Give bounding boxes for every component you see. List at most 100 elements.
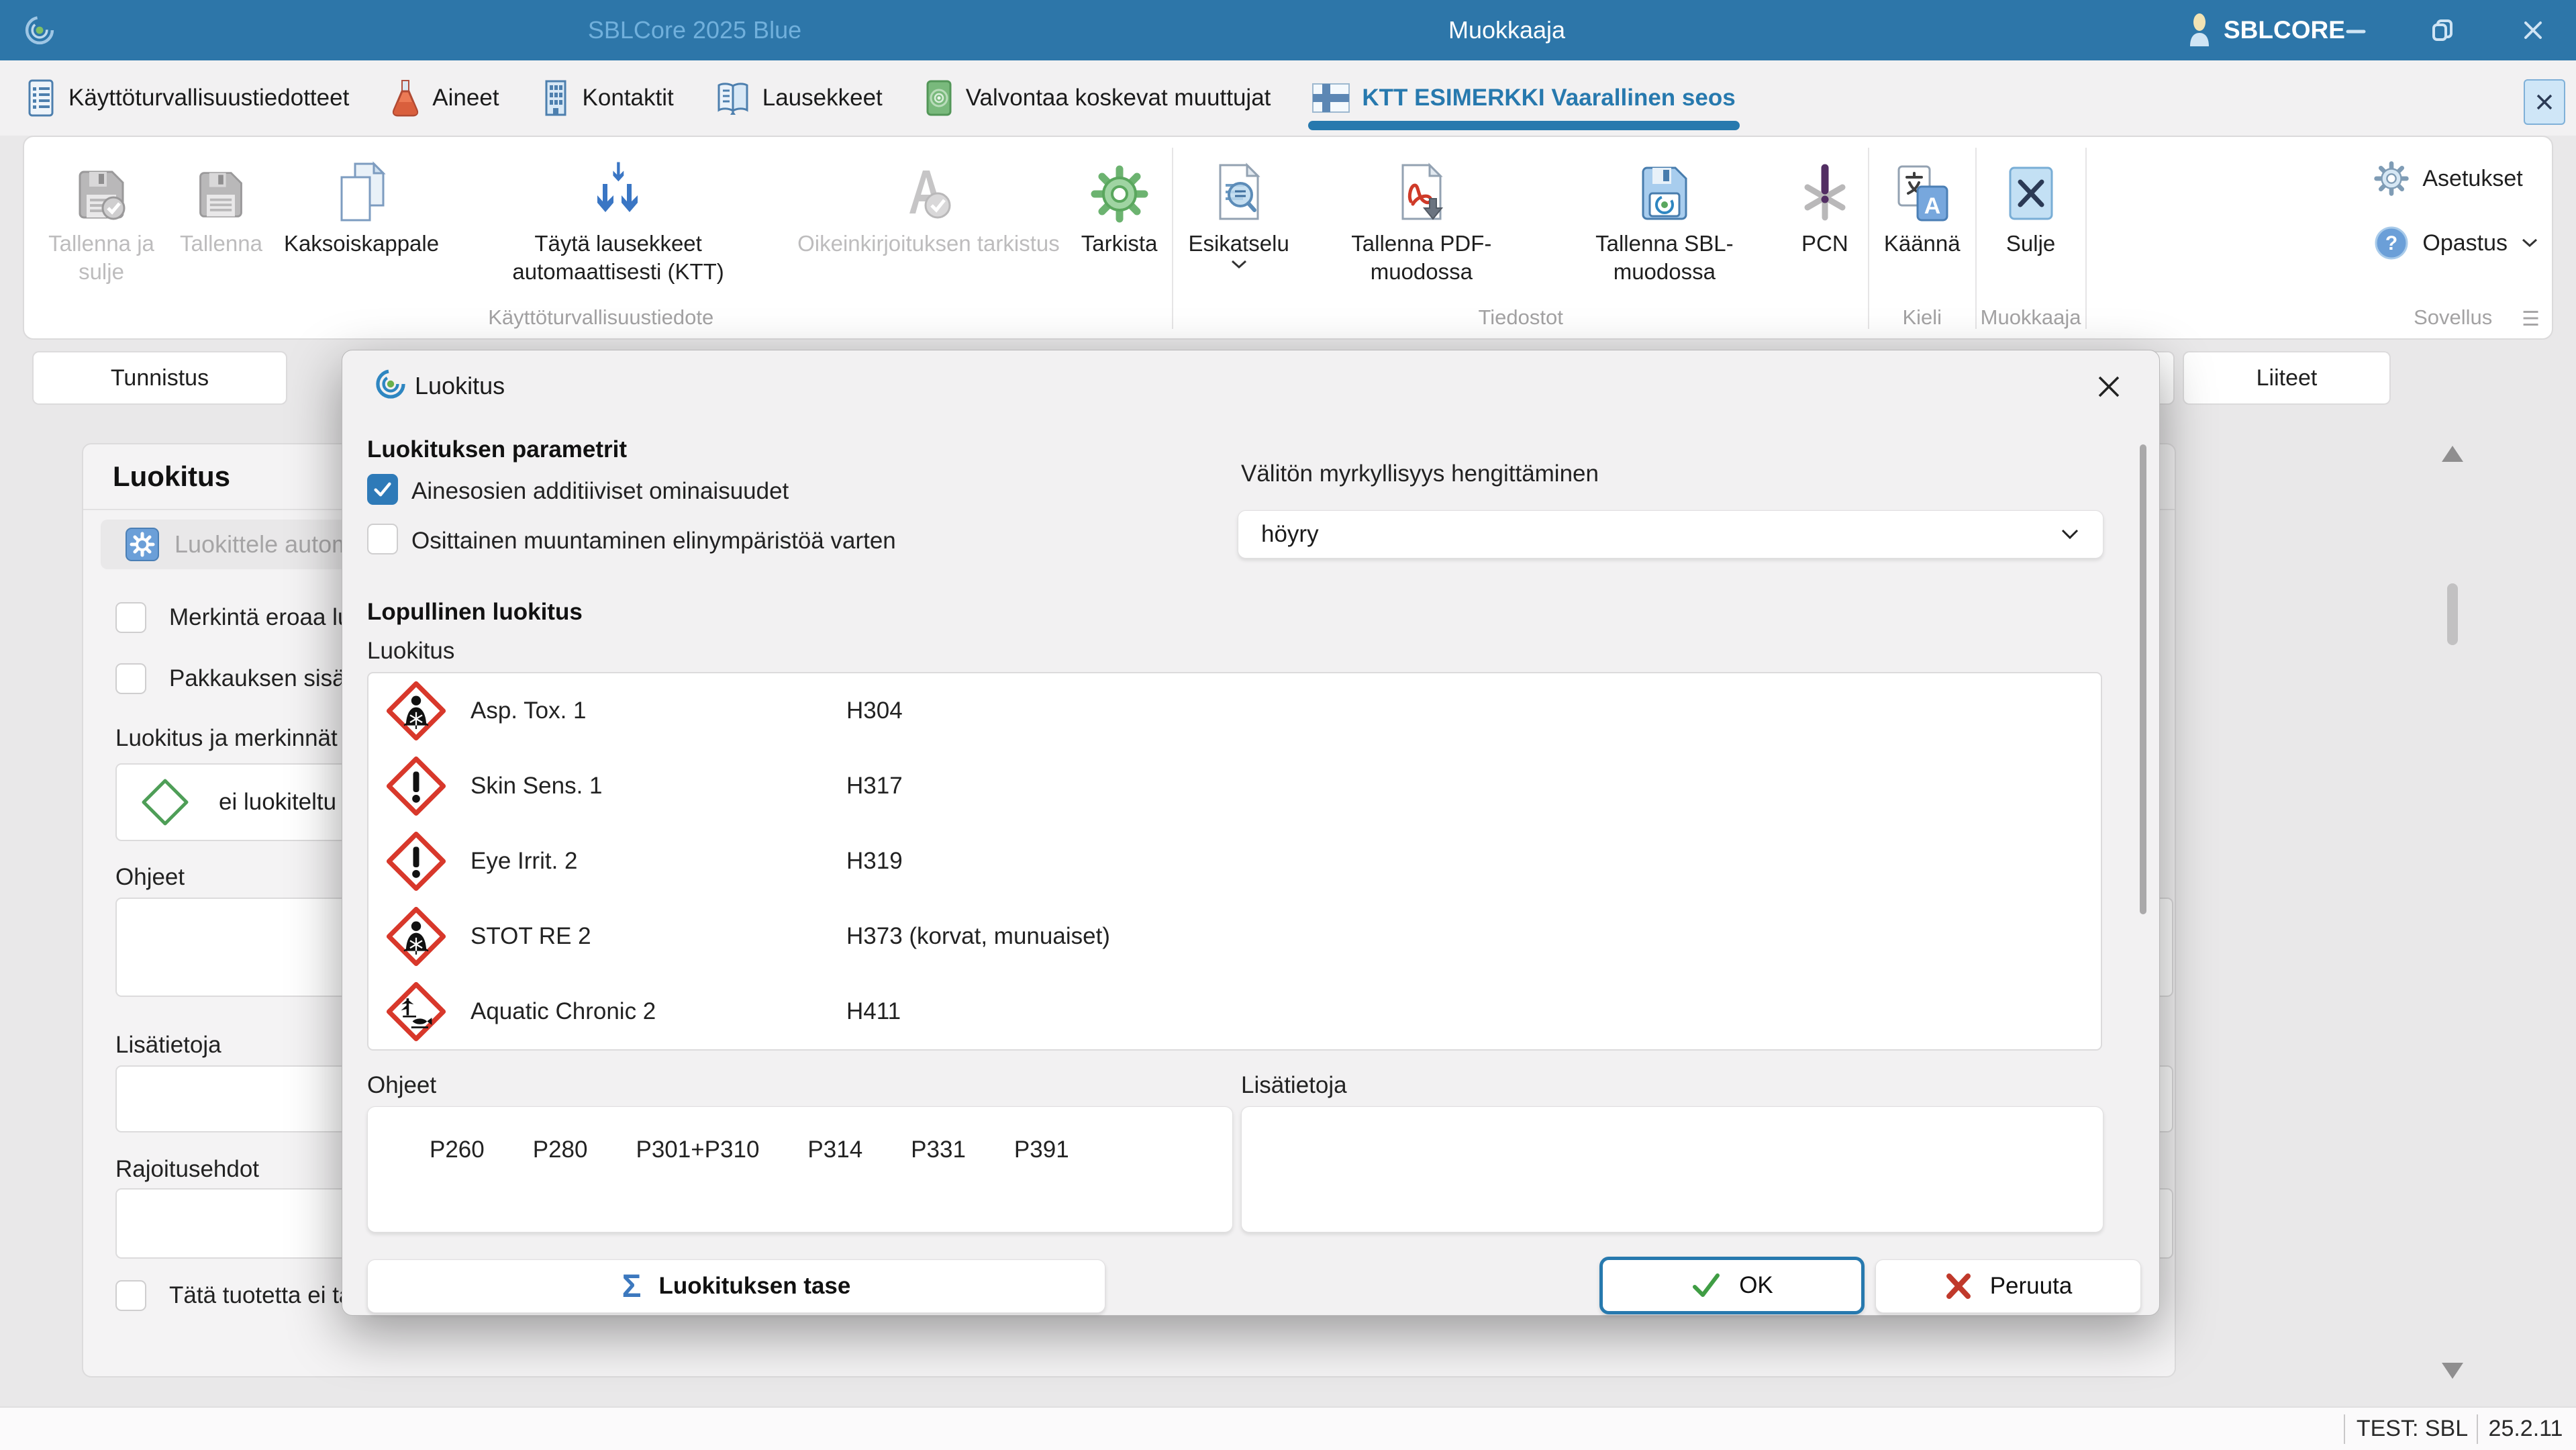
section-tab-tunnistus[interactable]: Tunnistus — [32, 351, 287, 405]
p-phrase[interactable]: P391 — [1014, 1137, 1069, 1163]
p-phrase[interactable]: P301+P310 — [636, 1137, 760, 1163]
partial-transformation-checkbox[interactable] — [367, 524, 398, 554]
tab-kontaktit[interactable]: Kontaktit — [541, 60, 674, 136]
green-check-icon — [1691, 1272, 1722, 1299]
close-icon — [2533, 91, 2556, 113]
classification-balance-button[interactable]: Σ Luokituksen tase — [367, 1259, 1105, 1313]
classification-row[interactable]: STOT RE 2 H373 (korvat, munuaiset) — [368, 899, 2101, 974]
main-scrollbar-thumb[interactable] — [2447, 583, 2458, 645]
tab-label: Käyttöturvallisuustiedotteet — [68, 85, 349, 111]
pcn-button[interactable]: PCN — [1797, 141, 1853, 258]
ghs08-health-hazard-icon — [386, 906, 446, 967]
close-window-button[interactable] — [2499, 0, 2567, 60]
close-document-tab-button[interactable] — [2524, 79, 2565, 125]
cancel-button[interactable]: Peruuta — [1875, 1259, 2141, 1313]
check-button[interactable]: Tarkista — [1081, 141, 1158, 258]
minimize-button[interactable] — [2322, 0, 2389, 60]
ribbon-group-label: Käyttöturvallisuustiedote — [34, 303, 1168, 338]
classification-row[interactable]: Aquatic Chronic 2 H411 — [368, 974, 2101, 1049]
button-label: Täytä lausekkeet automaattisesti (KTT) — [460, 230, 776, 286]
dialog-close-button[interactable] — [2087, 365, 2130, 408]
blue-gear-icon — [125, 527, 160, 562]
additive-properties-checkbox[interactable] — [367, 474, 398, 505]
button-label: Kaksoiskappale — [284, 230, 439, 258]
tab-kayttoturvallisuustiedotteet[interactable]: Käyttöturvallisuustiedotteet — [26, 60, 349, 136]
scroll-down-arrow[interactable] — [2442, 1363, 2463, 1379]
sds-document-icon — [26, 79, 56, 117]
ribbon-group-muokkaaja: Sulje Muokkaaja — [1981, 141, 2081, 338]
classification-row[interactable]: Asp. Tox. 1 H304 — [368, 673, 2101, 748]
settings-button[interactable]: Asetukset — [2367, 152, 2538, 205]
svg-text:A: A — [1924, 193, 1940, 219]
user-account-button[interactable]: SBLCORE — [2185, 0, 2345, 60]
duplicate-button[interactable]: Kaksoiskappale — [284, 141, 439, 258]
close-editor-button[interactable]: Sulje — [2005, 141, 2057, 258]
green-gear-icon — [1091, 141, 1148, 223]
translate-button[interactable]: A Käännä — [1884, 141, 1961, 258]
tab-valvontaa-koskevat-muuttujat[interactable]: Valvontaa koskevat muuttujat — [924, 60, 1271, 136]
ribbon-toolbar: Tallenna ja sulje Tallenna — [23, 136, 2553, 340]
tab-label: Valvontaa koskevat muuttujat — [966, 85, 1271, 111]
button-label: Tallenna PDF-muodossa — [1311, 230, 1532, 286]
save-and-close-button[interactable]: Tallenna ja sulje — [44, 141, 158, 286]
button-label: Oikeinkirjoituksen tarkistus — [797, 230, 1060, 258]
p-phrases-box[interactable]: P260 P280 P301+P310 P314 P331 P391 — [367, 1106, 1233, 1232]
params-heading: Luokituksen parametrit — [367, 436, 627, 463]
section-tab-liitteet[interactable]: Liiteet — [2183, 351, 2391, 405]
close-x-icon — [2005, 141, 2057, 223]
additional-info-label: Lisätietoja — [115, 1032, 221, 1059]
chevron-down-icon — [1230, 259, 1248, 270]
not-classified-label: ei luokiteltu — [219, 789, 336, 816]
button-label: Asetukset — [2422, 166, 2522, 192]
save-button[interactable]: Tallenna — [180, 141, 262, 258]
help-button[interactable]: ? Opastus — [2367, 216, 2538, 270]
window-title: Muokkaaja — [1305, 0, 1708, 60]
ribbon-options-icon[interactable]: ☰ — [2522, 307, 2538, 331]
save-pdf-button[interactable]: Tallenna PDF-muodossa — [1311, 141, 1532, 286]
sblcore-application-window: SBLCore 2025 Blue Muokkaaja SBLCORE — [0, 0, 2576, 1450]
fill-phrases-automatically-button[interactable]: Täytä lausekkeet automaattisesti (KTT) — [460, 141, 776, 286]
tab-lausekkeet[interactable]: Lausekkeet — [715, 60, 883, 136]
preview-button[interactable]: Esikatselu — [1188, 141, 1289, 270]
spellcheck-icon — [900, 141, 956, 223]
p-phrase[interactable]: P314 — [807, 1137, 862, 1163]
classification-row[interactable]: Skin Sens. 1 H317 — [368, 748, 2101, 824]
save-sbl-button[interactable]: Tallenna SBL-muodossa — [1554, 141, 1775, 286]
panel-title: Luokitus — [113, 461, 230, 493]
ribbon-group-label: Kieli — [1873, 303, 1971, 338]
label-differs-checkbox[interactable] — [115, 602, 146, 633]
app-title: SBLCore 2025 Blue — [493, 0, 896, 60]
finnish-flag-icon — [1312, 83, 1350, 113]
p-phrase[interactable]: P260 — [430, 1137, 485, 1163]
button-label: PCN — [1801, 230, 1848, 258]
p-phrase[interactable]: P331 — [911, 1137, 966, 1163]
ribbon-separator — [2085, 148, 2087, 329]
p-phrase[interactable]: P280 — [533, 1137, 588, 1163]
checkbox-label: Ainesosien additiiviset ominaisuudet — [411, 478, 789, 505]
tab-aineet[interactable]: Aineet — [391, 60, 499, 136]
ribbon-separator — [1975, 148, 1977, 329]
additional-info-textarea[interactable] — [1241, 1106, 2103, 1232]
additional-info-label: Lisätietoja — [1241, 1072, 1347, 1099]
monitor-icon — [924, 79, 954, 117]
product-not-checkbox[interactable] — [115, 1280, 146, 1311]
scroll-up-arrow[interactable] — [2442, 446, 2463, 462]
dialog-scrollbar-thumb[interactable] — [2140, 444, 2146, 914]
ribbon-group-tiedostot: Esikatselu Tallenna PDF-muodo — [1177, 141, 1863, 338]
button-label: Luokituksen tase — [658, 1273, 850, 1300]
tab-document-active[interactable]: KTT ESIMERKKI Vaarallinen seos — [1312, 60, 1735, 136]
hazard-phrase: H319 — [846, 848, 903, 875]
sblcore-logo-icon — [373, 367, 408, 401]
building-icon — [541, 79, 571, 117]
sigma-icon: Σ — [622, 1268, 642, 1305]
tab-label: Lausekkeet — [762, 85, 883, 111]
spell-check-button[interactable]: Oikeinkirjoituksen tarkistus — [797, 141, 1060, 258]
hazard-phrase: H411 — [846, 998, 901, 1025]
restore-button[interactable] — [2410, 0, 2477, 60]
package-content-checkbox[interactable] — [115, 663, 146, 694]
inhalation-toxicity-select[interactable]: höyry — [1238, 510, 2103, 559]
ribbon-group-label: Tiedostot — [1177, 303, 1863, 338]
button-label: Opastus — [2422, 230, 2508, 256]
ok-button[interactable]: OK — [1599, 1257, 1865, 1314]
classification-row[interactable]: Eye Irrit. 2 H319 — [368, 824, 2101, 899]
